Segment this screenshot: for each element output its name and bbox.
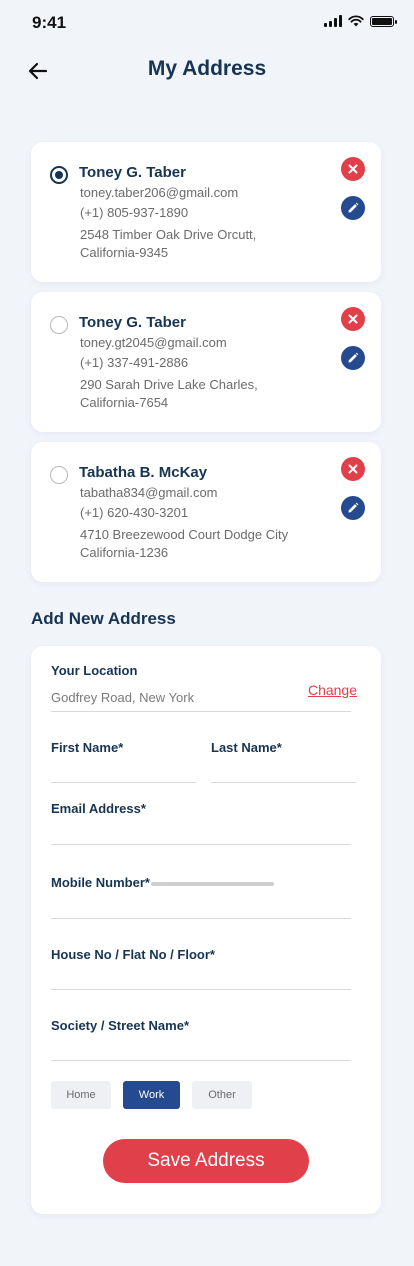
address-card[interactable]: Toney G. Taber toney.gt2045@gmail.com (+…	[31, 292, 381, 432]
address-phone: (+1) 620-430-3201	[80, 505, 189, 520]
location-value: Godfrey Road, New York	[51, 690, 195, 705]
address-phone: (+1) 337-491-2886	[80, 355, 189, 370]
first-name-label: First Name*	[51, 740, 124, 755]
status-bar: 9:41	[0, 0, 414, 44]
email-label: Email Address*	[51, 801, 146, 816]
signal-icon	[324, 15, 342, 27]
mobile-scroll-indicator	[151, 882, 274, 886]
address-line1: 2548 Timber Oak Drive Orcutt,	[80, 227, 257, 242]
wifi-icon	[348, 15, 364, 27]
address-type-other[interactable]: Other	[192, 1081, 252, 1109]
close-icon	[348, 164, 358, 174]
status-icons	[324, 15, 397, 27]
add-address-form: Your Location Godfrey Road, New York Cha…	[31, 646, 381, 1214]
address-card[interactable]: Tabatha B. McKay tabatha834@gmail.com (+…	[31, 442, 381, 582]
address-line2: California-9345	[80, 245, 169, 260]
location-label: Your Location	[51, 663, 138, 678]
address-phone: (+1) 805-937-1890	[80, 205, 189, 220]
address-radio[interactable]	[50, 466, 68, 484]
address-email: toney.taber206@gmail.com	[80, 185, 239, 200]
address-line2: California-7654	[80, 395, 169, 410]
street-label: Society / Street Name*	[51, 1018, 190, 1033]
change-location-link[interactable]: Change	[308, 682, 357, 698]
status-time: 9:41	[32, 13, 67, 32]
address-line1: 290 Sarah Drive Lake Charles,	[80, 377, 258, 392]
last-name-field[interactable]	[211, 782, 356, 783]
email-field[interactable]	[51, 844, 351, 845]
address-line1: 4710 Breezewood Court Dodge City	[80, 527, 289, 542]
address-card[interactable]: Toney G. Taber toney.taber206@gmail.com …	[31, 142, 381, 282]
address-email: tabatha834@gmail.com	[80, 485, 218, 500]
address-line2: California-1236	[80, 545, 169, 560]
location-divider	[51, 711, 351, 712]
mobile-field[interactable]	[51, 918, 351, 919]
edit-address-button[interactable]	[341, 196, 365, 220]
house-label: House No / Flat No / Floor*	[51, 947, 215, 962]
pencil-icon	[348, 202, 359, 213]
house-field[interactable]	[51, 989, 351, 990]
page-title: My Address	[147, 57, 267, 80]
pencil-icon	[348, 502, 359, 513]
address-name: Toney G. Taber	[79, 314, 186, 331]
close-icon	[348, 464, 358, 474]
delete-address-button[interactable]	[341, 157, 365, 181]
first-name-field[interactable]	[51, 782, 196, 783]
address-name: Tabatha B. McKay	[79, 464, 208, 481]
address-type-home[interactable]: Home	[51, 1081, 111, 1109]
pencil-icon	[348, 352, 359, 363]
close-icon	[348, 314, 358, 324]
address-type-work[interactable]: Work	[123, 1081, 180, 1109]
edit-address-button[interactable]	[341, 496, 365, 520]
delete-address-button[interactable]	[341, 307, 365, 331]
edit-address-button[interactable]	[341, 346, 365, 370]
battery-icon	[370, 15, 397, 27]
address-radio[interactable]	[50, 316, 68, 334]
last-name-label: Last Name*	[211, 740, 282, 755]
mobile-label: Mobile Number*	[51, 875, 150, 890]
street-field[interactable]	[51, 1060, 351, 1061]
save-address-button[interactable]: Save Address	[103, 1139, 309, 1183]
address-radio-selected[interactable]	[50, 166, 68, 184]
delete-address-button[interactable]	[341, 457, 365, 481]
add-new-address-title: Add New Address	[31, 609, 176, 628]
address-email: toney.gt2045@gmail.com	[80, 335, 227, 350]
address-name: Toney G. Taber	[79, 164, 186, 181]
